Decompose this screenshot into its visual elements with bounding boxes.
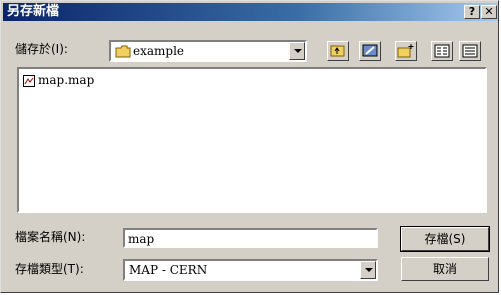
desktop-icon xyxy=(362,44,378,57)
save-in-dropdown[interactable]: example xyxy=(109,40,307,62)
details-view-icon xyxy=(462,44,478,58)
new-folder-button[interactable] xyxy=(395,41,417,61)
file-type-value: MAP - CERN xyxy=(129,263,208,277)
cancel-button-label: 取消 xyxy=(432,262,457,276)
folder-icon xyxy=(115,45,131,58)
file-name-input[interactable]: map xyxy=(123,228,378,248)
up-one-level-button[interactable] xyxy=(327,41,349,61)
save-in-label: 儲存於(I): xyxy=(15,42,68,56)
list-view-button[interactable] xyxy=(431,41,453,61)
window-title: 另存新檔 xyxy=(7,4,60,19)
file-type-label: 存檔類型(T): xyxy=(15,262,84,276)
save-in-value: example xyxy=(133,44,185,58)
cancel-button[interactable]: 取消 xyxy=(401,257,489,281)
file-list[interactable]: map.map xyxy=(17,67,487,213)
file-type-dropdown-arrow[interactable] xyxy=(360,261,376,279)
file-type-dropdown[interactable]: MAP - CERN xyxy=(123,259,378,281)
save-button-label: 存檔(S) xyxy=(424,232,466,246)
up-folder-icon xyxy=(330,45,345,57)
list-view-icon xyxy=(434,44,450,58)
file-item[interactable]: map.map xyxy=(23,73,94,87)
map-file-icon xyxy=(23,74,35,87)
help-button[interactable]: ? xyxy=(464,5,480,19)
new-folder-icon xyxy=(397,44,414,58)
title-bar[interactable]: 另存新檔 ? ✕ xyxy=(3,3,498,21)
details-view-button[interactable] xyxy=(459,41,481,61)
file-name: map.map xyxy=(38,73,95,87)
desktop-button[interactable] xyxy=(359,41,381,61)
file-name-value: map xyxy=(128,232,155,246)
save-as-dialog: 另存新檔 ? ✕ 儲存於(I): example map.map 檔案名稱(N)… xyxy=(0,0,499,293)
save-button[interactable]: 存檔(S) xyxy=(400,226,490,252)
file-name-label: 檔案名稱(N): xyxy=(15,230,86,244)
save-in-dropdown-arrow[interactable] xyxy=(289,42,305,60)
close-button[interactable]: ✕ xyxy=(481,5,497,19)
